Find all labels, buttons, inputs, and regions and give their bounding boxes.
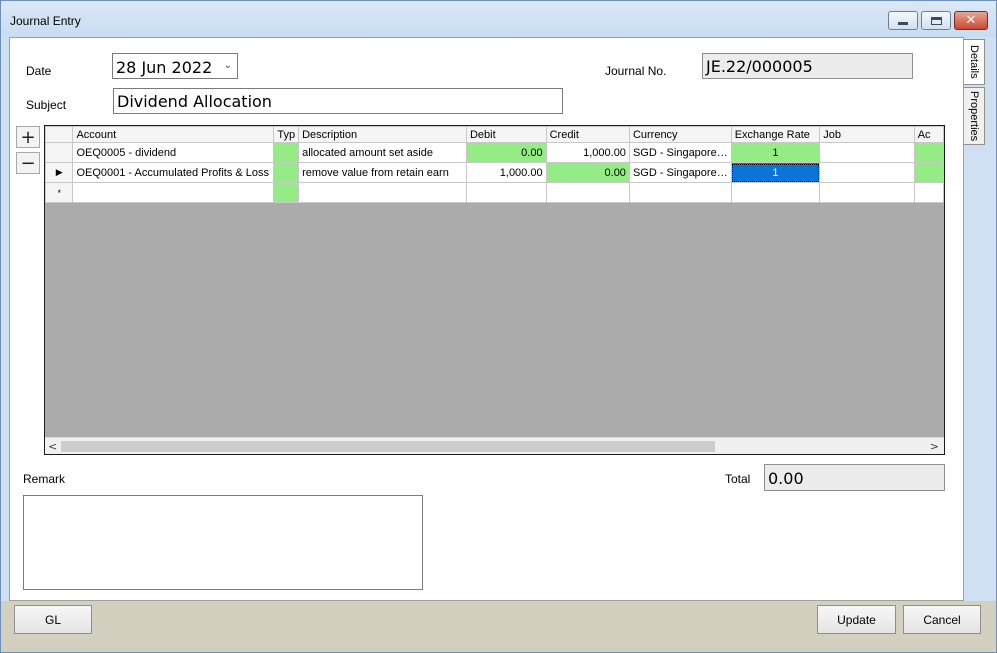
close-icon: ✕ [965, 13, 977, 28]
description-cell[interactable]: allocated amount set aside [298, 142, 467, 163]
total-field: 0.00 [764, 464, 945, 491]
new-row[interactable]: * [45, 182, 944, 203]
column-header-exchange-rate[interactable]: Exchange Rate [730, 126, 821, 143]
credit-cell[interactable]: 1,000.00 [545, 142, 630, 163]
description-cell[interactable]: remove value from retain earn [298, 162, 467, 183]
remark-label: Remark [23, 472, 66, 486]
remove-row-button[interactable]: − [16, 152, 40, 174]
tab-properties[interactable]: Properties [964, 87, 985, 145]
footer-bar: GL Update Cancel [1, 601, 996, 652]
journal-lines-table: Account Typ Description Debit Credit Cur… [45, 126, 944, 203]
column-header-ac[interactable]: Ac [913, 126, 944, 143]
account-cell[interactable]: OEQ0005 - dividend [72, 142, 275, 163]
row-indicator[interactable] [45, 142, 74, 163]
currency-cell[interactable] [628, 182, 732, 203]
column-header-description[interactable]: Description [298, 126, 467, 143]
column-header-account[interactable]: Account [72, 126, 275, 143]
date-picker[interactable]: 28 Jun 2022 ⌄ [112, 53, 238, 79]
date-label: Date [26, 64, 52, 78]
scrollbar-thumb[interactable] [61, 441, 715, 452]
row-indicator[interactable]: ▶ [45, 162, 74, 183]
type-cell[interactable] [273, 182, 300, 203]
account-cell[interactable] [72, 182, 275, 203]
window-title: Journal Entry [10, 14, 81, 28]
column-header-currency[interactable]: Currency [628, 126, 732, 143]
close-button[interactable]: ✕ [954, 11, 988, 30]
grid-header-row: Account Typ Description Debit Credit Cur… [45, 126, 944, 143]
minimize-button[interactable] [888, 11, 918, 30]
debit-cell[interactable] [465, 182, 547, 203]
cancel-button[interactable]: Cancel [903, 605, 981, 634]
update-button[interactable]: Update [817, 605, 896, 634]
add-row-button[interactable]: + [16, 126, 40, 148]
job-cell[interactable] [819, 142, 915, 163]
currency-cell[interactable]: SGD - Singapore… [628, 142, 732, 163]
journal-no-label: Journal No. [605, 64, 667, 78]
title-bar: Journal Entry ✕ [1, 1, 996, 37]
ac-cell[interactable] [913, 162, 944, 183]
job-cell[interactable] [819, 162, 915, 183]
journal-no-field: JE.22/000005 [702, 53, 913, 79]
maximize-button[interactable] [921, 11, 951, 30]
minimize-icon [898, 22, 908, 25]
job-cell[interactable] [819, 182, 915, 203]
subject-input[interactable]: Dividend Allocation [113, 88, 563, 114]
credit-cell[interactable]: 0.00 [545, 162, 630, 183]
chevron-down-icon[interactable]: ⌄ [224, 60, 232, 71]
column-header-debit[interactable]: Debit [465, 126, 547, 143]
account-cell[interactable]: OEQ0001 - Accumulated Profits & Loss [72, 162, 275, 183]
table-row[interactable]: ▶ OEQ0001 - Accumulated Profits & Loss r… [45, 162, 944, 183]
total-label: Total [725, 472, 751, 486]
column-header-type[interactable]: Typ [273, 126, 300, 143]
exchange-rate-cell[interactable]: 1 [730, 162, 821, 183]
gl-button[interactable]: GL [14, 605, 92, 634]
table-row[interactable]: OEQ0005 - dividend allocated amount set … [45, 142, 944, 163]
scroll-left-icon[interactable]: < [48, 440, 57, 453]
currency-cell[interactable]: SGD - Singapore… [628, 162, 732, 183]
column-header-credit[interactable]: Credit [545, 126, 630, 143]
maximize-icon [930, 16, 942, 25]
journal-entry-window: Journal Entry ✕ Details Properties Date … [0, 0, 997, 653]
exchange-rate-cell[interactable]: 1 [730, 142, 821, 163]
scroll-right-icon[interactable]: > [930, 440, 939, 453]
ac-cell[interactable] [913, 182, 944, 203]
subject-label: Subject [26, 98, 67, 112]
tab-details[interactable]: Details [964, 39, 985, 85]
type-cell[interactable] [273, 162, 300, 183]
ac-cell[interactable] [913, 142, 944, 163]
column-header-job[interactable]: Job [819, 126, 915, 143]
remark-textarea[interactable] [23, 495, 423, 590]
row-header-corner [45, 126, 74, 143]
description-cell[interactable] [298, 182, 467, 203]
date-value: 28 Jun 2022 [116, 58, 213, 77]
credit-cell[interactable] [545, 182, 630, 203]
horizontal-scrollbar[interactable]: < > [45, 437, 944, 454]
new-row-indicator[interactable]: * [45, 182, 74, 203]
journal-lines-grid: Account Typ Description Debit Credit Cur… [44, 125, 945, 455]
debit-cell[interactable]: 1,000.00 [465, 162, 547, 183]
type-cell[interactable] [273, 142, 300, 163]
debit-cell[interactable]: 0.00 [465, 142, 547, 163]
exchange-rate-cell[interactable] [730, 182, 821, 203]
